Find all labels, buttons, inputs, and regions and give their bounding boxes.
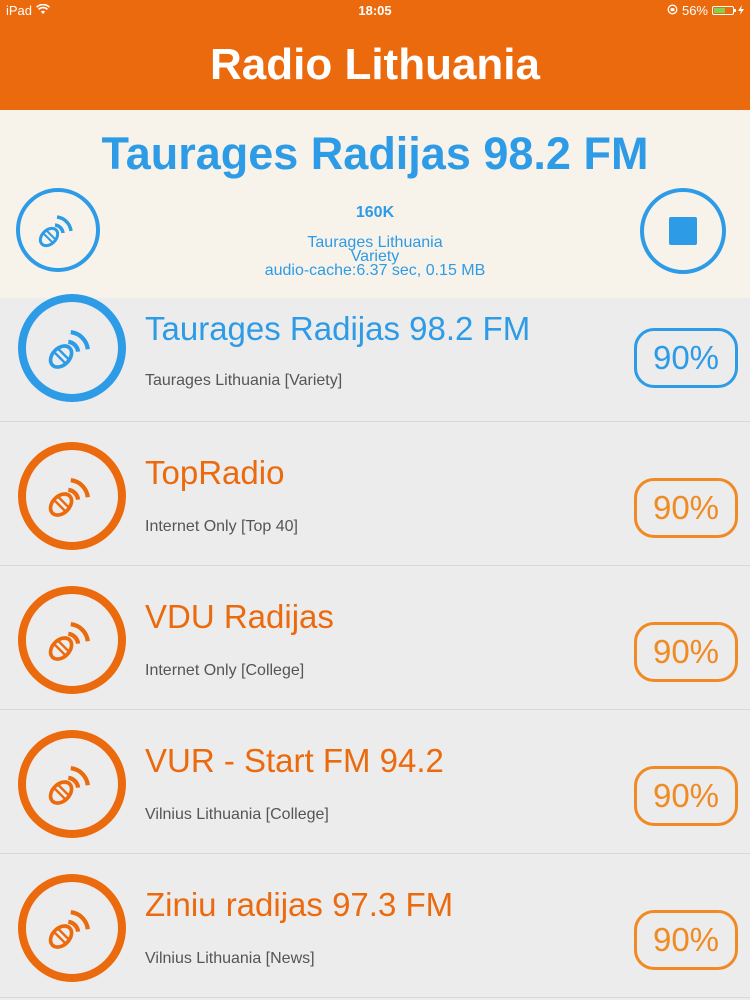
station-name: Taurages Radijas 98.2 FM bbox=[145, 310, 531, 347]
radio-waves-icon bbox=[16, 188, 100, 272]
status-right: 56% bbox=[667, 3, 744, 18]
station-name: Ziniu radijas 97.3 FM bbox=[145, 886, 454, 923]
now-playing-panel: Taurages Radijas 98.2 FM 160K Taurages L… bbox=[0, 110, 750, 298]
stop-icon bbox=[669, 217, 697, 245]
station-name: TopRadio bbox=[145, 454, 285, 491]
radio-waves-icon bbox=[18, 730, 126, 838]
buffer-percent-badge[interactable]: 90% bbox=[634, 328, 738, 388]
station-row[interactable]: VUR - Start FM 94.2 Vilnius Lithuania [C… bbox=[0, 710, 750, 854]
station-subtitle: Vilnius Lithuania [News] bbox=[145, 950, 315, 967]
stop-button[interactable] bbox=[640, 188, 726, 274]
station-subtitle: Internet Only [Top 40] bbox=[145, 518, 298, 535]
status-time: 18:05 bbox=[358, 3, 392, 18]
status-bar: iPad 18:05 56% bbox=[0, 0, 750, 20]
station-row[interactable]: Ziniu radijas 97.3 FM Vilnius Lithuania … bbox=[0, 854, 750, 998]
station-subtitle: Taurages Lithuania [Variety] bbox=[145, 372, 343, 389]
battery-percent: 56% bbox=[681, 3, 708, 18]
buffer-percent-badge[interactable]: 90% bbox=[634, 766, 738, 826]
radio-waves-icon bbox=[18, 442, 126, 550]
audio-cache-info: audio-cache:6.37 sec, 0.15 MB bbox=[264, 262, 486, 279]
station-subtitle: Vilnius Lithuania [College] bbox=[145, 806, 329, 823]
station-name: VUR - Start FM 94.2 bbox=[145, 742, 444, 779]
station-name: VDU Radijas bbox=[145, 598, 334, 635]
charging-icon bbox=[738, 3, 744, 18]
station-list: Taurages Radijas 98.2 FM Taurages Lithua… bbox=[0, 294, 750, 998]
bitrate: 160K bbox=[355, 204, 395, 221]
station-row[interactable]: Taurages Radijas 98.2 FM Taurages Lithua… bbox=[0, 294, 750, 422]
radio-waves-icon bbox=[18, 294, 126, 402]
station-subtitle: Internet Only [College] bbox=[145, 662, 305, 679]
station-row[interactable]: TopRadio Internet Only [Top 40] 90% bbox=[0, 422, 750, 566]
now-playing-info: 160K Taurages Lithuania Variety audio-ca… bbox=[150, 204, 600, 279]
buffer-percent-badge[interactable]: 90% bbox=[634, 478, 738, 538]
rotation-lock-icon bbox=[667, 3, 678, 18]
radio-waves-icon bbox=[18, 874, 126, 982]
station-row[interactable]: VDU Radijas Internet Only [College] 90% bbox=[0, 566, 750, 710]
app-title: Radio Lithuania bbox=[210, 40, 540, 89]
buffer-percent-badge[interactable]: 90% bbox=[634, 910, 738, 970]
nav-bar: Radio Lithuania bbox=[0, 20, 750, 110]
radio-waves-icon bbox=[18, 586, 126, 694]
buffer-percent-badge[interactable]: 90% bbox=[634, 622, 738, 682]
now-playing-title: Taurages Radijas 98.2 FM bbox=[101, 128, 649, 179]
battery-icon bbox=[712, 6, 736, 15]
